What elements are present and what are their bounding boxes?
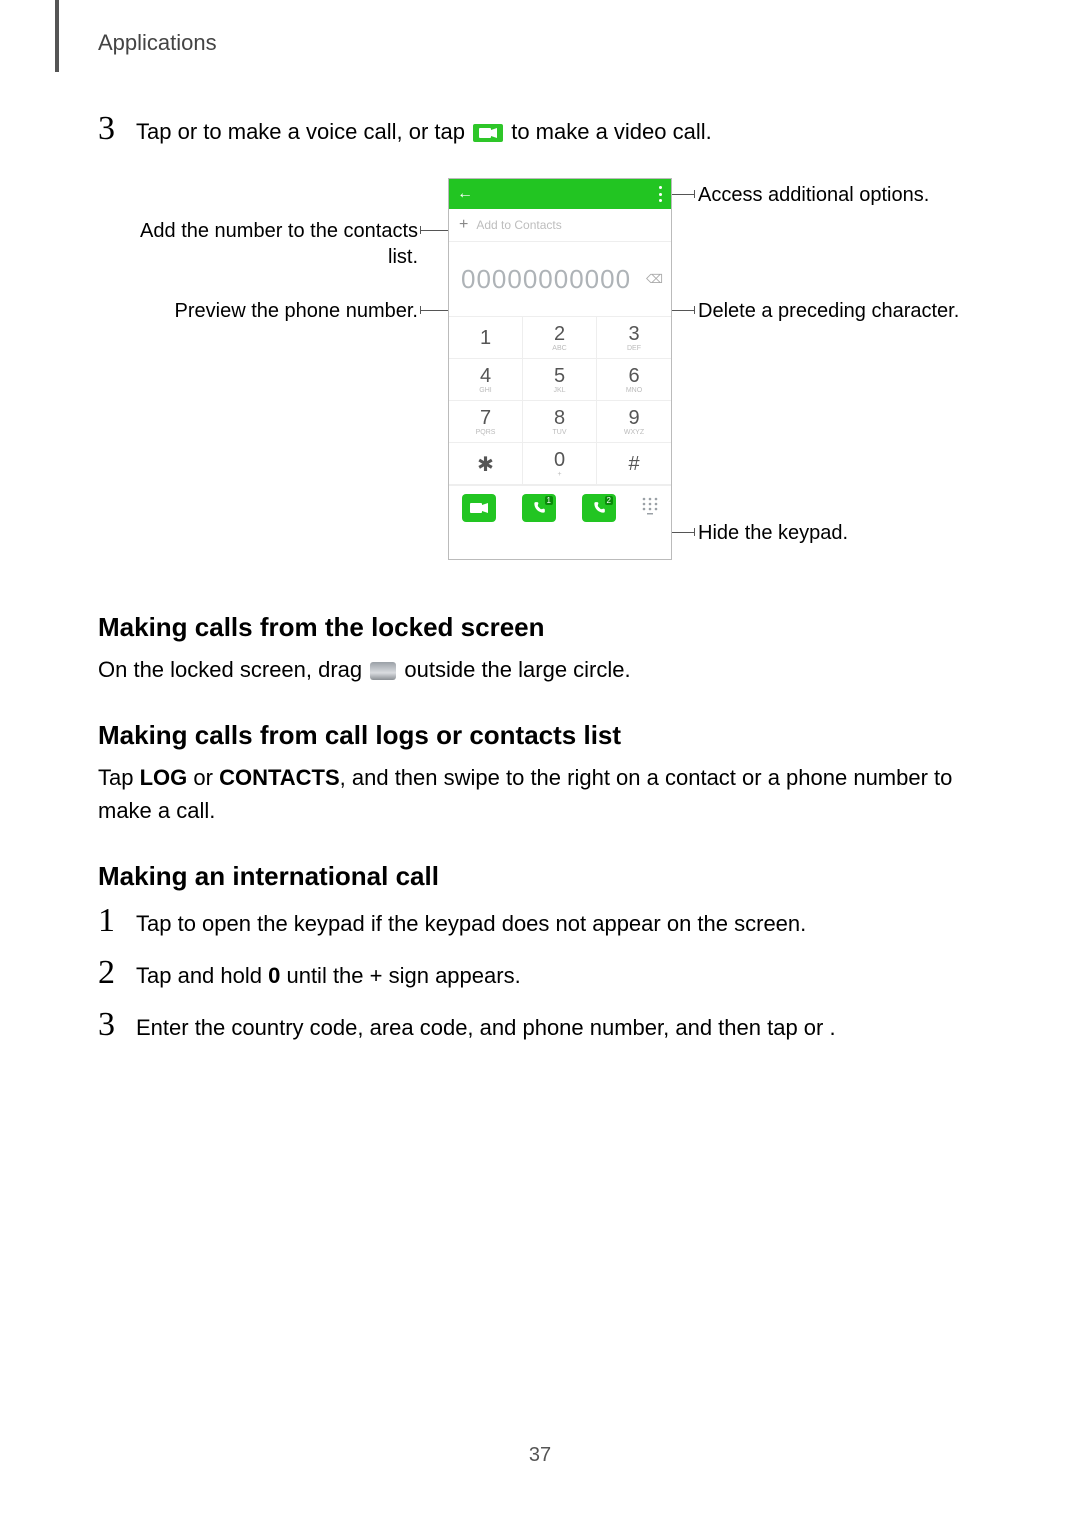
leader-tick [694,306,695,314]
intl-step-3: 3 Enter the country code, area code, and… [98,1006,978,1044]
leader-tick [694,528,695,536]
callout-preview: Preview the phone number. [88,298,418,324]
video-call-button[interactable] [462,494,496,522]
paragraph-locked: On the locked screen, drag outside the l… [98,653,978,686]
dialed-number: 00000000000 [461,264,631,295]
callout-hide: Hide the keypad. [698,520,848,546]
call-sim1-button[interactable]: 1 [522,494,556,522]
call-sim2-button[interactable]: 2 [582,494,616,522]
step-3-top: 3 Tap or to make a voice call, or tap to… [98,110,978,148]
keypad-key[interactable]: 9WXYZ [597,401,671,443]
leader-line [670,194,695,195]
text-part: Tap [136,119,178,144]
step-number: 1 [98,902,130,940]
more-icon[interactable] [659,186,663,202]
plus-icon: + [459,216,468,234]
leader-tick [420,306,421,314]
delete-icon[interactable]: ⌫ [646,272,663,286]
keypad-key[interactable]: 7PQRS [449,401,523,443]
sim1-badge: 1 [545,496,553,505]
leader-tick [420,226,421,234]
keypad-key[interactable]: 6MNO [597,359,671,401]
phone-topbar: ← [449,179,671,209]
step-text: Tap to open the keypad if the keypad doe… [136,908,806,940]
keypad-key[interactable]: ✱ [449,443,523,485]
dialer-diagram: Add the number to the contacts list. Pre… [98,178,978,578]
back-icon[interactable]: ← [457,185,473,203]
add-to-contacts-label: Add to Contacts [476,218,561,232]
step-text: Tap or to make a voice call, or tap to m… [136,116,712,148]
step-number: 3 [98,1006,130,1044]
section-header: Applications [98,30,217,56]
keypad-key[interactable]: 8TUV [523,401,597,443]
heading-international: Making an international call [98,861,978,892]
keypad-key[interactable]: 4GHI [449,359,523,401]
keypad-key[interactable]: 0+ [523,443,597,485]
bottom-action-row: 1 2 [449,485,671,530]
sim2-badge: 2 [605,496,613,505]
paragraph-logs: Tap LOG or CONTACTS, and then swipe to t… [98,761,978,827]
keypad-key[interactable]: 2ABC [523,317,597,359]
drag-handle-icon [370,662,396,680]
text-part: to make a voice call, or tap [203,119,471,144]
keypad-key[interactable]: 5JKL [523,359,597,401]
keypad-key[interactable]: # [597,443,671,485]
header-rule [55,0,59,72]
video-call-icon [473,124,503,142]
intl-step-1: 1 Tap to open the keypad if the keypad d… [98,902,978,940]
phone-mock: ← + Add to Contacts 00000000000 ⌫ 12ABC3… [448,178,672,560]
hide-keypad-icon[interactable] [642,497,658,520]
text-part: to make a video call. [511,119,712,144]
keypad-key[interactable]: 1 [449,317,523,359]
page-number: 37 [0,1444,1080,1467]
add-to-contacts-row[interactable]: + Add to Contacts [449,209,671,242]
callout-access-options: Access additional options. [698,182,929,208]
text-part: or [178,119,204,144]
step-number: 2 [98,954,130,992]
callout-add-contacts: Add the number to the contacts list. [88,218,418,270]
callout-delete: Delete a preceding character. [698,298,959,324]
intl-step-2: 2 Tap and hold 0 until the + sign appear… [98,954,978,992]
step-text: Tap and hold 0 until the + sign appears. [136,960,521,992]
step-number: 3 [98,110,130,148]
step-text: Enter the country code, area code, and p… [136,1012,836,1044]
heading-locked-screen: Making calls from the locked screen [98,612,978,643]
keypad-key[interactable]: 3DEF [597,317,671,359]
heading-call-logs: Making calls from call logs or contacts … [98,720,978,751]
number-preview-row: 00000000000 ⌫ [449,242,671,316]
leader-tick [694,190,695,198]
keypad: 12ABC3DEF 4GHI5JKL6MNO 7PQRS8TUV9WXYZ ✱0+# [449,316,671,485]
